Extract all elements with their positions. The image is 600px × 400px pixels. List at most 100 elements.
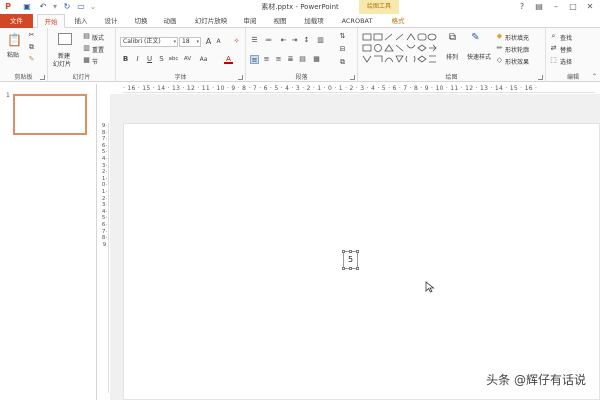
section-icon[interactable]: ▦ — [82, 56, 91, 65]
quick-styles-icon[interactable]: ✎ — [471, 33, 480, 43]
smartart-icon[interactable]: ⧉ — [338, 58, 347, 67]
horizontal-ruler: · 16 · 15 · 14 · 13 · 12 · 11 · 10 · 9 ·… — [123, 84, 595, 93]
strikethrough-button[interactable]: S — [157, 55, 166, 64]
slides-pane: 1 — [0, 84, 97, 400]
bullets-icon[interactable]: ☰ — [250, 36, 259, 45]
font-launcher-icon[interactable] — [238, 75, 243, 80]
resize-handle[interactable] — [342, 250, 345, 253]
justify-icon[interactable]: ≣ — [286, 55, 295, 64]
reset-icon[interactable]: ▥ — [82, 44, 91, 53]
replace-icon[interactable]: ⇄ — [549, 44, 558, 53]
align-text-icon[interactable]: ⊟ — [338, 45, 347, 54]
tab-insert[interactable]: 插入 — [69, 14, 93, 28]
slide-thumbnail[interactable] — [13, 94, 87, 135]
font-name-dropdown[interactable]: Calibri (正文) ▾ — [120, 37, 178, 47]
watermark: 头条 @辉仔有话说 — [486, 373, 586, 387]
text-box[interactable]: 5 — [342, 250, 359, 270]
shape-outline-icon[interactable]: ✏ — [495, 44, 504, 53]
shape-fill-label[interactable]: 形状填充 — [505, 33, 529, 42]
horizontal-ruler-marks: · 16 · 15 · 14 · 13 · 12 · 11 · 10 · 9 ·… — [123, 85, 538, 92]
font-size-dropdown[interactable]: 18 ▾ — [179, 37, 201, 47]
tab-view[interactable]: 视图 — [268, 14, 292, 28]
cut-icon[interactable]: ✂ — [27, 31, 36, 40]
resize-handle[interactable] — [349, 250, 352, 253]
shape-effects-label[interactable]: 形状效果 — [505, 57, 529, 66]
copy-icon[interactable]: ⧉ — [27, 43, 36, 52]
shape-effects-icon[interactable]: ◇ — [495, 56, 504, 65]
grow-font-icon[interactable]: A — [204, 37, 213, 46]
help-icon[interactable]: ? — [514, 0, 530, 14]
find-icon[interactable]: ⌕ — [549, 32, 558, 41]
shapes-gallery[interactable] — [361, 32, 439, 64]
decrease-indent-icon[interactable]: ⇤ — [279, 36, 288, 45]
shadow-button[interactable]: abc — [167, 55, 180, 64]
paste-label[interactable]: 粘贴 — [7, 50, 19, 59]
clear-format-icon[interactable]: ✧ — [232, 37, 241, 46]
slide-canvas[interactable]: 5 — [123, 123, 600, 400]
italic-button[interactable]: I — [133, 55, 142, 64]
tab-addins[interactable]: 加载项 — [298, 14, 330, 28]
reset-label[interactable]: 重置 — [92, 45, 104, 54]
select-icon[interactable]: ⬚ — [549, 56, 558, 65]
font-color-icon[interactable]: A — [224, 55, 233, 64]
tab-acrobat[interactable]: ACROBAT — [337, 14, 377, 28]
numbering-icon[interactable]: ≔ — [264, 36, 273, 45]
align-left-icon[interactable]: ≡ — [250, 55, 259, 64]
resize-handle[interactable] — [356, 250, 359, 253]
columns-2-icon[interactable]: ▦ — [312, 55, 321, 64]
text-box-content[interactable]: 5 — [344, 255, 357, 264]
section-label[interactable]: 节 — [92, 57, 98, 66]
tab-format[interactable]: 格式 — [386, 14, 410, 28]
close-icon[interactable]: ✕ — [582, 0, 598, 14]
tab-home[interactable]: 开始 — [37, 14, 65, 28]
align-right-icon[interactable]: ≡ — [274, 55, 283, 64]
text-direction-icon[interactable]: ⇅ — [338, 32, 347, 41]
find-label[interactable]: 查找 — [560, 33, 572, 42]
resize-handle[interactable] — [349, 267, 352, 270]
drawing-launcher-icon[interactable] — [538, 75, 543, 80]
select-label[interactable]: 选择 — [560, 57, 572, 66]
tab-design[interactable]: 设计 — [99, 14, 123, 28]
drawing-group-label: 绘图 — [445, 74, 458, 81]
distributed-icon[interactable]: ▤ — [298, 55, 307, 64]
align-center-icon[interactable]: ≡ — [262, 55, 271, 64]
format-painter-icon[interactable]: ✎ — [27, 55, 36, 64]
paragraph-launcher-icon[interactable] — [350, 75, 355, 80]
char-spacing-button[interactable]: AV — [182, 55, 193, 64]
paste-icon[interactable]: 📋 — [7, 33, 22, 47]
shape-fill-icon[interactable]: ◆ — [495, 32, 504, 41]
layout-label[interactable]: 版式 — [92, 33, 104, 42]
quick-styles-label[interactable]: 快速样式 — [467, 52, 491, 61]
underline-button[interactable]: U — [145, 55, 154, 64]
shrink-font-icon[interactable]: A — [214, 37, 223, 46]
resize-handle[interactable] — [356, 267, 359, 270]
clipboard-group: 📋 粘贴 ✂ ⧉ ✎ 剪贴板 — [0, 28, 48, 82]
arrange-label[interactable]: 排列 — [446, 52, 458, 61]
ribbon-display-icon[interactable]: ▤ — [531, 0, 547, 14]
bold-button[interactable]: B — [121, 55, 130, 64]
shape-outline-label[interactable]: 形状轮廓 — [505, 45, 529, 54]
tab-slideshow[interactable]: 幻灯片放映 — [189, 14, 233, 28]
resize-handle[interactable] — [342, 267, 345, 270]
change-case-button[interactable]: Aa — [198, 55, 209, 64]
columns-icon[interactable]: ▥ — [316, 36, 325, 45]
tab-review[interactable]: 审阅 — [238, 14, 262, 28]
title-bar: P ▣ ↶ ▾ ↻ ▭ ⌄ 素材.pptx - PowerPoint 绘图工具 … — [0, 0, 600, 14]
slides-group: 新建 幻灯片 ▤ 版式 ▥ 重置 ▦ 节 幻灯片 — [48, 28, 116, 82]
line-spacing-icon[interactable]: ↕ — [302, 36, 311, 45]
slides-group-label: 幻灯片 — [72, 74, 91, 81]
tab-transitions[interactable]: 切换 — [129, 14, 153, 28]
new-slide-icon[interactable] — [58, 33, 72, 45]
increase-indent-icon[interactable]: ⇥ — [290, 36, 299, 45]
tab-animations[interactable]: 动画 — [158, 14, 182, 28]
replace-label[interactable]: 替换 — [560, 45, 572, 54]
clipboard-launcher-icon[interactable] — [40, 75, 45, 80]
layout-icon[interactable]: ▤ — [82, 32, 91, 41]
arrange-icon[interactable]: ⧉ — [448, 33, 457, 43]
tab-file[interactable]: 文件 — [0, 14, 33, 28]
collapse-ribbon-icon[interactable]: ⌃ — [590, 72, 599, 81]
new-slide-label-2[interactable]: 幻灯片 — [53, 59, 71, 68]
minimize-icon[interactable]: – — [548, 0, 564, 14]
maximize-icon[interactable]: □ — [565, 0, 581, 14]
slide-number: 1 — [6, 92, 10, 99]
